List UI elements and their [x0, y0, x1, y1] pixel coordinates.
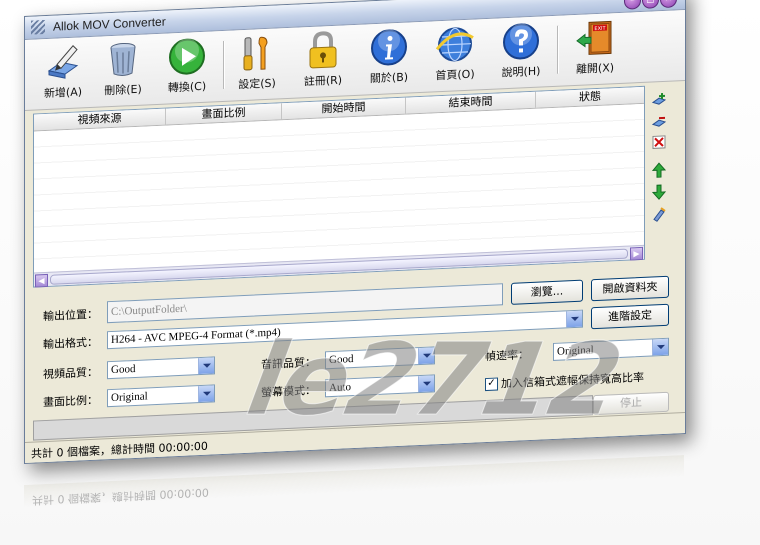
- toolbar-separator: [557, 25, 559, 74]
- window-title: Allok MOV Converter: [53, 14, 166, 34]
- exit-button[interactable]: EXIT 離開(X): [563, 17, 627, 82]
- file-list[interactable]: 視頻來源 畫面比例 開始時間 結束時間 狀態 ◀ ▶: [33, 85, 645, 288]
- output-format-label: 輸出格式：: [43, 335, 98, 352]
- play-icon: [169, 38, 205, 75]
- homepage-button[interactable]: 首頁(O): [423, 23, 487, 88]
- help-button[interactable]: 說明(H): [489, 20, 553, 85]
- convert-label: 轉換(C): [167, 79, 207, 95]
- convert-button[interactable]: 轉換(C): [155, 35, 219, 100]
- add-label: 新增(A): [43, 85, 83, 101]
- open-folder-button[interactable]: 開啟資料夾: [591, 275, 669, 302]
- register-label: 註冊(R): [303, 73, 343, 89]
- edit-clip-icon[interactable]: [651, 206, 667, 223]
- add-button[interactable]: 新增(A): [31, 41, 95, 106]
- remove-file-icon[interactable]: [651, 114, 667, 131]
- watermark-text: le2712: [239, 321, 629, 439]
- list-action-buttons: [651, 88, 669, 222]
- settings-button[interactable]: 設定(S): [225, 32, 289, 97]
- clear-list-icon[interactable]: [651, 134, 667, 151]
- aspect-ratio-select[interactable]: Original: [107, 384, 215, 408]
- globe-icon: [435, 27, 474, 62]
- app-menu-icon[interactable]: [31, 20, 45, 35]
- padlock-icon: [309, 31, 337, 69]
- output-location-label: 輸出位置：: [43, 307, 98, 324]
- about-button[interactable]: 關於(B): [357, 26, 421, 91]
- about-label: 關於(B): [369, 70, 409, 86]
- close-button[interactable]: ×: [660, 0, 677, 9]
- register-button[interactable]: 註冊(R): [291, 29, 355, 94]
- delete-button[interactable]: 刪除(E): [91, 38, 155, 103]
- video-quality-select[interactable]: Good: [107, 356, 215, 380]
- output-format-value: H264 - AVC MPEG-4 Format (*.mp4): [111, 326, 281, 347]
- add-pen-icon: [47, 45, 79, 79]
- scroll-left-button[interactable]: ◀: [35, 273, 48, 288]
- delete-label: 刪除(E): [104, 82, 142, 98]
- chevron-down-icon[interactable]: [198, 357, 214, 375]
- question-icon: [503, 23, 539, 60]
- exit-door-icon: EXIT: [576, 20, 612, 55]
- video-quality-value: Good: [111, 362, 136, 377]
- info-icon: [371, 29, 407, 66]
- video-quality-label: 視頻品質：: [43, 365, 98, 382]
- aspect-ratio-label: 畫面比例：: [43, 393, 98, 410]
- browse-button[interactable]: 瀏覽...: [511, 279, 583, 305]
- scroll-right-button[interactable]: ▶: [630, 246, 643, 261]
- chevron-down-icon[interactable]: [652, 338, 668, 356]
- maximize-button[interactable]: □: [642, 0, 659, 9]
- move-down-icon[interactable]: [651, 184, 667, 201]
- homepage-label: 首頁(O): [435, 67, 475, 83]
- add-file-icon[interactable]: [651, 92, 667, 109]
- trash-can-icon: [110, 42, 136, 77]
- screenshot-scene: Allok MOV Converter – □ × 新增(A): [0, 0, 760, 545]
- minimize-button[interactable]: –: [624, 0, 641, 10]
- move-up-icon[interactable]: [651, 162, 667, 179]
- aspect-ratio-value: Original: [111, 390, 148, 405]
- tools-icon: [243, 36, 268, 71]
- chevron-down-icon[interactable]: [198, 385, 214, 403]
- help-label: 說明(H): [501, 64, 541, 80]
- window-reflection: 共計 0 個檔案，總計時間 00:00:00: [24, 455, 684, 545]
- file-list-body[interactable]: [34, 103, 644, 273]
- status-text: 共計 0 個檔案，總計時間 00:00:00: [31, 439, 208, 461]
- settings-label: 設定(S): [238, 76, 276, 92]
- exit-label: 離開(X): [575, 61, 615, 76]
- svg-text:EXIT: EXIT: [594, 26, 606, 33]
